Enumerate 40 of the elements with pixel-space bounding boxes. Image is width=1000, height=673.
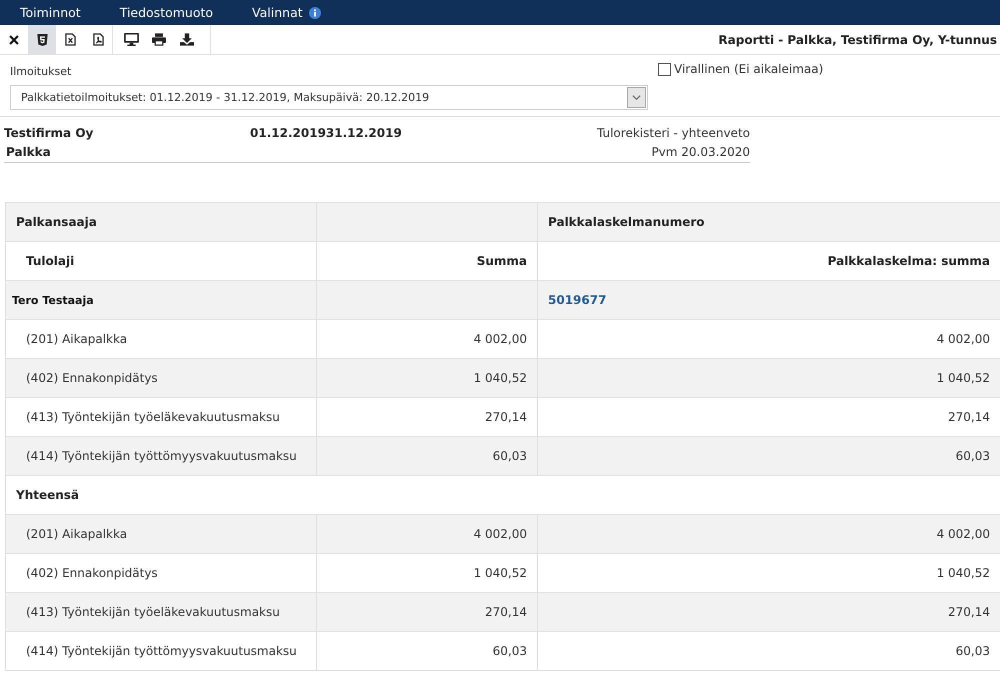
amount-cell: 1 040,52 [316,358,538,398]
report-title: Raportti - Palkka, Testifirma Oy, Y-tunnus [718,32,998,46]
download-icon [180,33,194,46]
menu-item[interactable]: Tiedostomuoto [100,0,232,25]
html5-icon [36,34,48,46]
notifications-dropdown[interactable]: Palkkatietoilmoitukset: 01.12.2019 - 31.12.2019, Maksupäivä: 20.12.2019 [10,85,648,110]
amount-cell: 1 040,52 [538,358,1000,398]
amount-cell: 270,14 [316,592,538,632]
spreadsheet-file-icon [64,33,76,46]
menu-item[interactable]: Toiminnot [0,0,100,25]
income-type-cell: (414) Työntekijän työttömyysvakuutusmaksu [6,632,316,670]
checkbox-label: Virallinen (Ei aikaleimaa) [674,62,824,76]
menu-item[interactable]: Valinnat [232,0,340,25]
report-type: Tulorekisteri - yhteenveto [596,126,750,140]
printer-icon [152,33,166,46]
report-subject: Palkka [6,144,51,158]
income-type-cell: (402) Ennakonpidätys [6,358,316,398]
amount-cell: 270,14 [538,592,1000,632]
income-type-cell: (414) Työntekijän työttömyysvakuutusmaksu [6,436,316,476]
close-icon [9,34,19,44]
monitor-icon [124,33,138,46]
pdf-file-icon [92,33,104,46]
amount-cell: 60,03 [316,436,538,476]
chevron-down-icon [632,94,641,101]
employee-name: Tero Testaaja [6,280,316,320]
amount-cell: 4 002,00 [316,514,538,554]
report-date: Pvm 20.03.2020 [651,144,750,158]
amount-cell: 60,03 [538,436,1000,476]
field-label: Ilmoitukset [10,65,72,79]
checkbox[interactable] [658,62,671,76]
column-header: Palkkalaskelmanumero [538,202,1000,242]
report-period: 01.12.201931.12.2019 [250,126,402,140]
payslip-number-link[interactable]: 5019677 [548,293,606,307]
column-header: Palkansaaja [6,202,316,242]
company-name: Testifirma Oy [4,126,94,140]
amount-cell: 4 002,00 [538,514,1000,554]
html-button[interactable] [28,25,56,54]
income-type-cell: (201) Aikapalkka [6,514,316,554]
income-type-cell: (413) Työntekijän työeläkevakuutusmaksu [6,592,316,632]
amount-cell: 60,03 [316,632,538,670]
